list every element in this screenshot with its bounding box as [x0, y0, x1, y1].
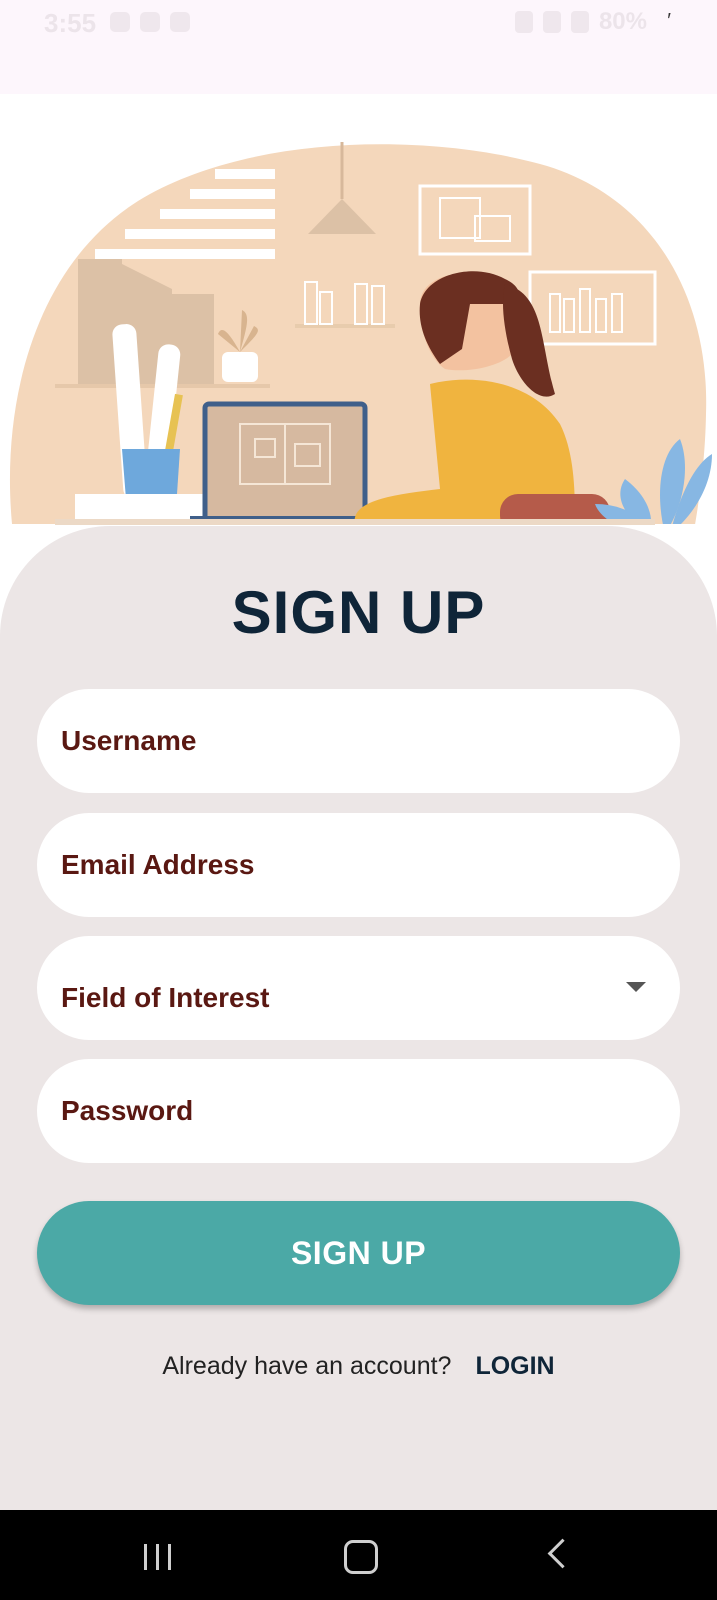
field-of-interest-dropdown[interactable]: Field of Interest — [37, 936, 680, 1040]
alarm-icon — [514, 11, 533, 33]
notification-icon — [110, 12, 130, 32]
hero-illustration — [0, 94, 717, 554]
recent-apps-icon[interactable] — [144, 1544, 171, 1570]
status-right: 80% — [514, 8, 647, 36]
notification-icons — [110, 12, 190, 32]
password-field[interactable]: Password — [37, 1059, 680, 1163]
interest-placeholder: Field of Interest — [61, 982, 270, 1013]
password-placeholder: Password — [61, 1095, 194, 1126]
email-field[interactable]: Email Address — [37, 813, 680, 917]
chevron-down-icon[interactable] — [626, 982, 646, 992]
notification-icon — [140, 12, 160, 32]
signup-button[interactable]: SIGN UP — [37, 1201, 680, 1305]
login-row: Already have an account? LOGIN — [0, 1352, 717, 1381]
back-icon[interactable] — [547, 1538, 578, 1569]
status-time: 3:55 — [44, 8, 97, 38]
status-bar: 3:55 80% ′ — [0, 0, 717, 94]
navigation-bar — [0, 1510, 717, 1600]
battery-percentage: 80% — [598, 8, 647, 35]
signal-icon — [570, 11, 589, 33]
notification-icon — [170, 12, 190, 32]
username-placeholder: Username — [61, 725, 197, 756]
wifi-icon — [542, 11, 561, 33]
workspace-illustration — [0, 142, 717, 554]
login-prompt: Already have an account? — [162, 1352, 452, 1380]
battery-icon: ′ — [667, 10, 671, 32]
email-placeholder: Email Address — [61, 849, 255, 880]
page-title: SIGN UP — [231, 579, 486, 646]
username-field[interactable]: Username — [37, 689, 680, 793]
login-link[interactable]: LOGIN — [475, 1352, 554, 1381]
home-icon[interactable] — [344, 1540, 378, 1574]
